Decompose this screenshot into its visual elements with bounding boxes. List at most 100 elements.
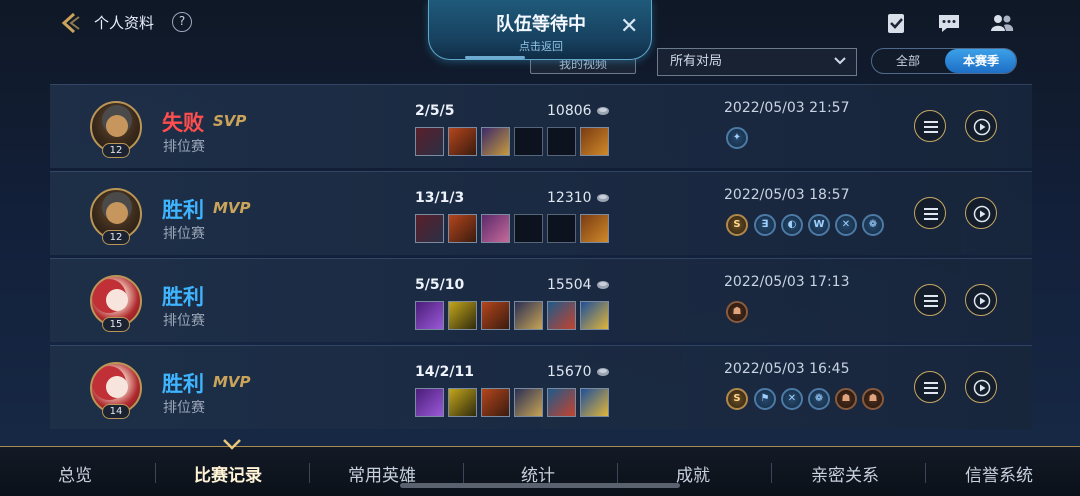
list-icon (924, 382, 938, 394)
achievement-badge-icon: ∃ (754, 214, 776, 236)
match-mode: 排位赛 (163, 226, 205, 242)
nav-divider (309, 463, 310, 483)
achievement-badge-icon: ☗ (726, 301, 748, 323)
item-slot[interactable] (415, 127, 444, 156)
tab-credit-system[interactable]: 信誉系统 (965, 461, 1033, 486)
match-row[interactable]: 12 胜利 MVP 排位赛 13/1/3 12310 2022/05/03 18… (50, 171, 1032, 255)
replay-button[interactable] (965, 197, 997, 229)
achievement-badge-icon: ☗ (862, 388, 884, 410)
item-slot[interactable] (448, 127, 477, 156)
kda-score: 13/1/3 (415, 190, 465, 206)
toggle-all[interactable]: 全部 (872, 49, 944, 73)
hero-level-badge: 14 (102, 404, 130, 419)
toggle-season[interactable]: 本赛季 (945, 49, 1016, 73)
nav-divider (617, 463, 618, 483)
hero-level-badge: 12 (102, 143, 130, 158)
replay-button[interactable] (965, 110, 997, 142)
achievement-badge-icon: S (726, 214, 748, 236)
home-indicator-bar[interactable] (400, 483, 680, 488)
item-slot[interactable] (448, 388, 477, 417)
gold-coin-icon (597, 368, 609, 376)
item-slot[interactable] (481, 214, 510, 243)
item-slot[interactable] (580, 301, 609, 330)
kda-score: 5/5/10 (415, 277, 465, 293)
match-datetime: 2022/05/03 17:13 (724, 274, 850, 290)
kda-score: 2/5/5 (415, 103, 455, 119)
match-row[interactable]: 12 失败 SVP 排位赛 2/5/5 10806 2022/05/03 21:… (50, 84, 1032, 168)
nav-divider (155, 463, 156, 483)
team-waiting-popup[interactable]: 队伍等待中 点击返回 ✕ (428, 0, 652, 60)
gold-coin-icon (597, 194, 609, 202)
achievement-badge-icon: W (808, 214, 830, 236)
item-slot[interactable] (448, 214, 477, 243)
tab-relationships[interactable]: 亲密关系 (811, 461, 879, 486)
tab-achievements[interactable]: 成就 (676, 461, 710, 486)
item-slot[interactable] (481, 301, 510, 330)
gold-coin-icon (597, 281, 609, 289)
item-slot[interactable] (481, 127, 510, 156)
achievement-badge-icon: ☗ (835, 388, 857, 410)
match-type-value: 所有对局 (670, 54, 723, 69)
item-slot[interactable] (547, 388, 576, 417)
match-row[interactable]: 14 胜利 MVP 排位赛 14/2/11 15670 2022/05/03 1… (50, 345, 1032, 429)
empty-item-slot (514, 214, 543, 243)
gold-amount: 15504 (547, 277, 592, 293)
play-icon (973, 379, 991, 397)
item-slot[interactable] (415, 301, 444, 330)
match-type-dropdown[interactable]: 所有对局 (657, 48, 857, 76)
popup-return-hint[interactable]: 点击返回 (429, 38, 653, 54)
close-icon[interactable]: ✕ (620, 16, 638, 38)
hero-level-badge: 15 (102, 317, 130, 332)
empty-item-slot (547, 127, 576, 156)
list-icon (924, 295, 938, 307)
item-slot[interactable] (580, 214, 609, 243)
match-detail-button[interactable] (914, 371, 946, 403)
gold-coin-icon (597, 107, 609, 115)
item-slot[interactable] (514, 301, 543, 330)
achievement-badge-icon: ⚑ (754, 388, 776, 410)
item-slot[interactable] (415, 214, 444, 243)
gold-amount: 15670 (547, 364, 592, 380)
empty-item-slot (547, 214, 576, 243)
match-row[interactable]: 15 胜利 排位赛 5/5/10 15504 2022/05/03 17:13 … (50, 258, 1032, 342)
nav-divider (463, 463, 464, 483)
tab-match-history[interactable]: 比赛记录 (194, 461, 262, 486)
replay-button[interactable] (965, 284, 997, 316)
chat-icon[interactable] (936, 10, 962, 36)
play-icon (973, 292, 991, 310)
item-slot[interactable] (415, 388, 444, 417)
match-detail-button[interactable] (914, 110, 946, 142)
nav-divider (925, 463, 926, 483)
active-tab-indicator-icon (223, 439, 241, 450)
match-mode: 排位赛 (163, 139, 205, 155)
season-toggle[interactable]: 全部 本赛季 (871, 48, 1017, 74)
back-arrow-icon[interactable] (58, 10, 84, 36)
achievement-badge-icon: ✕ (781, 388, 803, 410)
item-slot[interactable] (580, 127, 609, 156)
page-title: 个人资料 (94, 14, 155, 32)
item-slot[interactable] (481, 388, 510, 417)
play-icon (973, 205, 991, 223)
nav-divider (771, 463, 772, 483)
match-datetime: 2022/05/03 16:45 (724, 361, 850, 377)
chevron-down-icon (834, 57, 846, 65)
replay-button[interactable] (965, 371, 997, 403)
tab-overview[interactable]: 总览 (58, 461, 92, 486)
achievement-badge-icon: ✕ (835, 214, 857, 236)
match-detail-button[interactable] (914, 284, 946, 316)
empty-item-slot (514, 127, 543, 156)
gold-amount: 10806 (547, 103, 592, 119)
friends-icon[interactable] (989, 10, 1015, 36)
achievement-badge-icon: ❁ (862, 214, 884, 236)
bottom-nav: 总览 比赛记录 常用英雄 统计 成就 亲密关系 信誉系统 (0, 439, 1080, 496)
item-slot[interactable] (547, 301, 576, 330)
match-detail-button[interactable] (914, 197, 946, 229)
help-icon[interactable]: ? (172, 12, 192, 32)
honor-label: SVP (213, 112, 247, 130)
kda-score: 14/2/11 (415, 364, 474, 380)
honor-label: MVP (213, 199, 251, 217)
item-slot[interactable] (580, 388, 609, 417)
item-slot[interactable] (448, 301, 477, 330)
checklist-icon[interactable] (883, 10, 909, 36)
item-slot[interactable] (514, 388, 543, 417)
